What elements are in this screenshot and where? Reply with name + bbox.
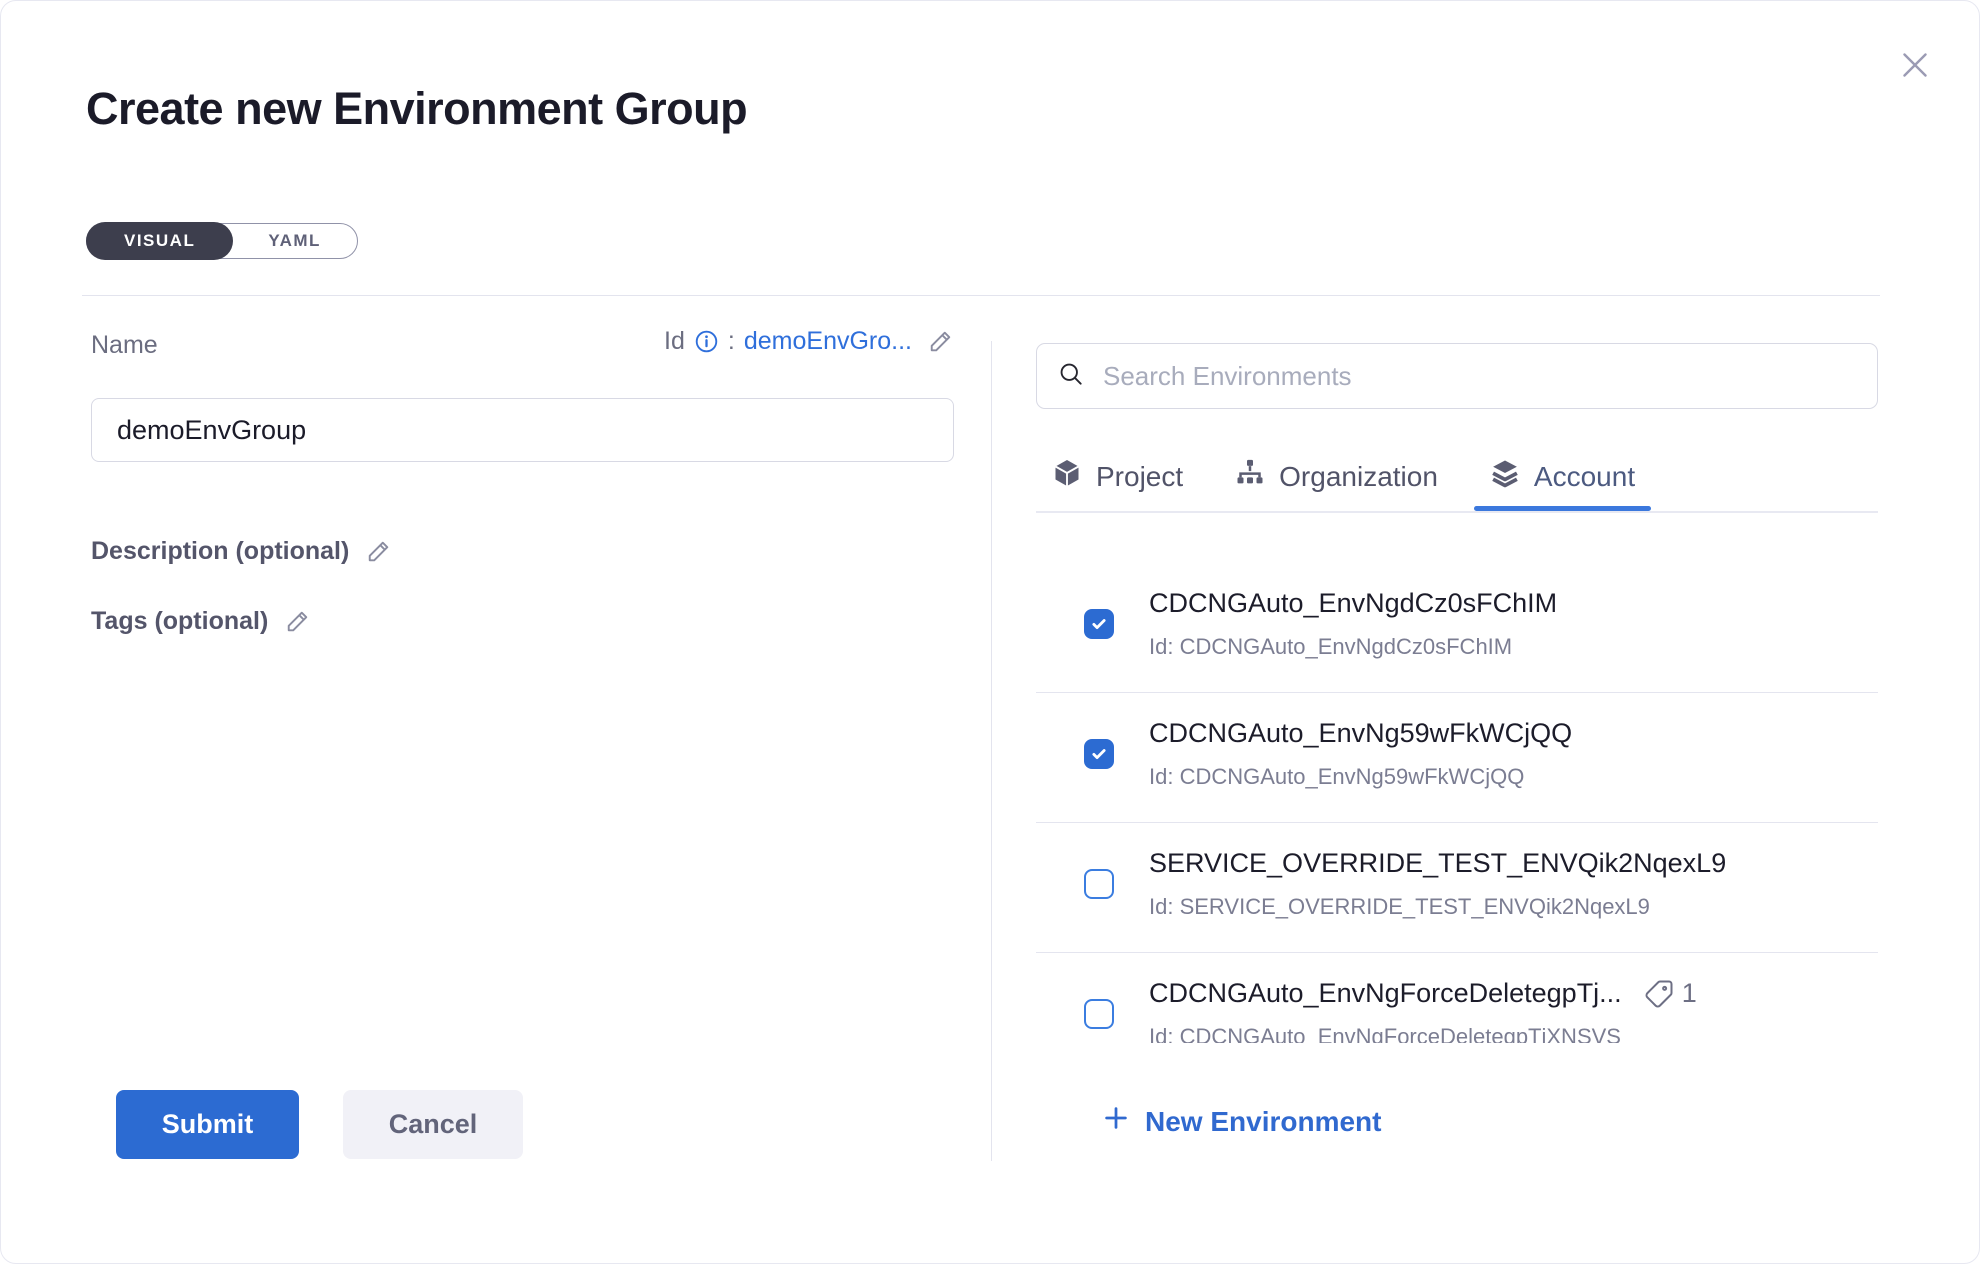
tag-icon [1644, 979, 1674, 1009]
visual-yaml-toggle: VISUAL YAML [86, 223, 358, 259]
create-environment-group-dialog: Create new Environment Group VISUAL YAML… [0, 0, 1980, 1264]
entity-id-value[interactable]: demoEnvGro... [744, 327, 912, 356]
edit-tags-icon[interactable] [284, 608, 311, 635]
environment-list-item: CDCNGAuto_EnvNgdCz0sFChIM Id: CDCNGAuto_… [1036, 563, 1878, 693]
org-chart-icon [1235, 458, 1265, 495]
toggle-visual[interactable]: VISUAL [86, 222, 233, 260]
environment-id: Id: CDCNGAuto_EnvNgForceDeletegpTjXNSVS [1149, 1024, 1878, 1043]
tab-project-label: Project [1096, 461, 1183, 493]
environment-id: Id: CDCNGAuto_EnvNgdCz0sFChIM [1149, 634, 1878, 660]
toggle-yaml[interactable]: YAML [232, 223, 357, 259]
submit-button[interactable]: Submit [116, 1090, 299, 1159]
environment-name: SERVICE_OVERRIDE_TEST_ENVQik2NqexL9 [1149, 847, 1726, 880]
description-label: Description (optional) [91, 537, 349, 566]
id-colon: : [728, 327, 735, 356]
environment-id: Id: CDCNGAuto_EnvNg59wFkWCjQQ [1149, 764, 1878, 790]
environment-list-item: CDCNGAuto_EnvNgForceDeletegpTj... 1 Id: … [1036, 953, 1878, 1043]
environment-list-item: SERVICE_OVERRIDE_TEST_ENVQik2NqexL9 Id: … [1036, 823, 1878, 953]
plus-icon [1101, 1103, 1131, 1140]
environment-name: CDCNGAuto_EnvNg59wFkWCjQQ [1149, 717, 1572, 750]
environment-name: CDCNGAuto_EnvNgdCz0sFChIM [1149, 587, 1557, 620]
panel-divider [991, 341, 992, 1161]
environment-list[interactable]: CDCNGAuto_EnvNgdCz0sFChIM Id: CDCNGAuto_… [1036, 513, 1878, 1043]
id-label: Id [664, 327, 685, 356]
environment-name: CDCNGAuto_EnvNgForceDeletegpTj... [1149, 977, 1622, 1010]
header-divider [82, 295, 1880, 296]
environment-checkbox-checked[interactable] [1084, 609, 1114, 639]
tag-count-badge: 1 [1644, 978, 1697, 1009]
scope-tabs: Project Organization [1036, 442, 1878, 511]
tab-account-label: Account [1534, 461, 1635, 493]
tags-row: Tags (optional) [91, 607, 311, 636]
new-environment-button[interactable]: New Environment [1101, 1103, 1381, 1140]
tab-organization[interactable]: Organization [1235, 442, 1438, 511]
tag-count: 1 [1682, 978, 1697, 1009]
environment-id: Id: SERVICE_OVERRIDE_TEST_ENVQik2NqexL9 [1149, 894, 1878, 920]
new-environment-label: New Environment [1145, 1106, 1381, 1138]
cube-icon [1052, 458, 1082, 495]
search-icon [1057, 360, 1085, 393]
entity-id-row: Id : demoEnvGro... [91, 327, 954, 356]
layers-icon [1490, 458, 1520, 495]
tab-project[interactable]: Project [1052, 442, 1183, 511]
edit-id-icon[interactable] [927, 328, 954, 355]
close-icon[interactable] [1897, 47, 1933, 83]
page-title: Create new Environment Group [86, 83, 747, 135]
edit-description-icon[interactable] [365, 538, 392, 565]
environment-list-item: CDCNGAuto_EnvNg59wFkWCjQQ Id: CDCNGAuto_… [1036, 693, 1878, 823]
name-input[interactable] [91, 398, 954, 462]
environment-checkbox-unchecked[interactable] [1084, 999, 1114, 1029]
cancel-button[interactable]: Cancel [343, 1090, 523, 1159]
environment-checkbox-unchecked[interactable] [1084, 869, 1114, 899]
info-icon[interactable] [694, 329, 719, 354]
tab-organization-label: Organization [1279, 461, 1438, 493]
search-input[interactable] [1101, 360, 1857, 393]
environment-search-box [1036, 343, 1878, 409]
description-row: Description (optional) [91, 537, 392, 566]
environment-checkbox-checked[interactable] [1084, 739, 1114, 769]
tags-label: Tags (optional) [91, 607, 268, 636]
tab-account[interactable]: Account [1490, 442, 1635, 511]
